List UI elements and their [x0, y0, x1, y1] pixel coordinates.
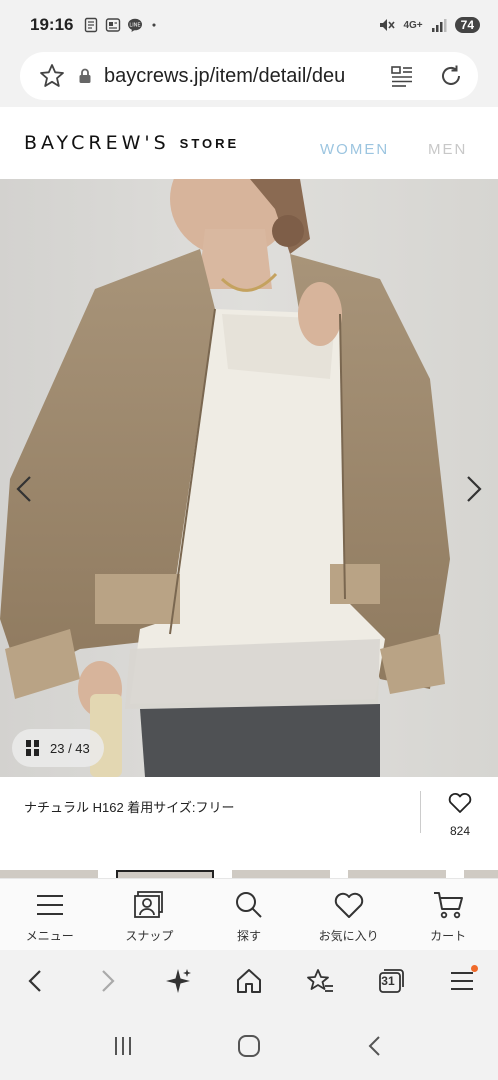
- heart-icon: [334, 892, 363, 918]
- site-nav-label: 探す: [236, 929, 261, 943]
- browser-menu-button[interactable]: [444, 963, 480, 999]
- bookmark-star-icon[interactable]: [38, 62, 66, 90]
- url-text[interactable]: baycrews.jp/item/detail/deu: [104, 65, 379, 88]
- thumbnail[interactable]: [232, 870, 330, 878]
- network-type: 4G+: [403, 19, 423, 31]
- gallery-prev-icon[interactable]: [10, 469, 40, 509]
- notification-dot: [471, 965, 479, 972]
- favorite-button[interactable]: 824: [444, 791, 476, 838]
- tabs-count: 31: [381, 974, 395, 988]
- hamburger-icon: [451, 972, 474, 990]
- line-app-icon: LINE: [128, 18, 143, 32]
- home-button[interactable]: [231, 963, 267, 999]
- site-nav-menu[interactable]: メニュー: [0, 879, 100, 950]
- site-nav-search[interactable]: 探す: [199, 879, 299, 950]
- site-logo-sub[interactable]: STORE: [180, 136, 240, 151]
- site-nav-snap[interactable]: スナップ: [100, 879, 200, 950]
- lock-icon: [79, 68, 91, 83]
- site-nav-cart[interactable]: カート: [398, 879, 498, 950]
- cart-icon: [434, 892, 464, 919]
- thumbnail-strip[interactable]: [0, 870, 498, 878]
- gallery-counter-text: 23 / 43: [50, 740, 90, 756]
- forward-button[interactable]: [89, 963, 125, 999]
- browser-address-area: baycrews.jp/item/detail/deu: [0, 50, 498, 107]
- mute-icon: [380, 19, 396, 31]
- bookmark-list-icon: [307, 969, 334, 992]
- battery-level: 74: [454, 17, 480, 33]
- back-button[interactable]: [18, 963, 54, 999]
- menu-icon: [36, 895, 63, 915]
- site-nav-label: お気に入り: [318, 929, 379, 943]
- product-image-gallery[interactable]: 23 / 43: [0, 179, 498, 777]
- signal-icon: [431, 19, 447, 32]
- gallery-counter[interactable]: 23 / 43: [12, 729, 104, 767]
- document-icon: [85, 17, 98, 33]
- back-arrow-icon: [28, 970, 41, 992]
- heart-icon[interactable]: [447, 791, 473, 815]
- image-caption: ナチュラル H162 着用サイズ:フリー: [24, 800, 235, 815]
- ai-assistant-button[interactable]: [160, 963, 196, 999]
- sparkle-icon: [165, 969, 191, 993]
- search-icon: [235, 892, 262, 918]
- recent-apps-icon[interactable]: [110, 1033, 136, 1059]
- site-logo[interactable]: BAYCREW'S: [24, 132, 170, 154]
- thumbnail-selected[interactable]: [116, 870, 214, 878]
- news-icon: [106, 18, 121, 32]
- site-nav-label: メニュー: [25, 929, 74, 943]
- nav-tab-men[interactable]: MEN: [428, 141, 467, 158]
- divider: [420, 791, 421, 833]
- back-system-icon[interactable]: [362, 1033, 388, 1059]
- browser-toolbar: 31: [0, 950, 498, 1012]
- tabs-button[interactable]: 31: [373, 963, 409, 999]
- product-photo: [0, 179, 498, 777]
- home-system-icon[interactable]: [235, 1032, 263, 1060]
- favorite-count: 824: [449, 824, 471, 838]
- site-nav-favorites[interactable]: お気に入り: [299, 879, 399, 950]
- snap-icon: [134, 891, 164, 918]
- home-icon: [236, 969, 261, 993]
- nav-tab-women[interactable]: WOMEN: [320, 141, 389, 158]
- site-nav-label: カート: [430, 929, 467, 943]
- forward-arrow-icon: [101, 970, 115, 992]
- grid-icon: [26, 740, 39, 756]
- svg-text:LINE: LINE: [130, 23, 141, 29]
- gallery-next-icon[interactable]: [458, 469, 488, 509]
- reader-mode-icon[interactable]: [390, 64, 414, 88]
- address-bar[interactable]: baycrews.jp/item/detail/deu: [20, 52, 478, 100]
- status-notification-icons: LINE: [83, 17, 159, 33]
- site-nav-label: スナップ: [125, 929, 174, 943]
- reload-icon[interactable]: [438, 63, 464, 89]
- thumbnail[interactable]: [464, 870, 498, 878]
- site-bottom-nav: メニュー スナップ 探す お気に入り カート: [0, 878, 498, 950]
- site-header: BAYCREW'S STORE WOMEN MEN: [0, 107, 498, 179]
- more-notifications-icon: [152, 23, 157, 27]
- bookmarks-button[interactable]: [302, 963, 338, 999]
- status-right: 4G+ 74: [377, 16, 480, 34]
- product-caption-row: ナチュラル H162 着用サイズ:フリー 824: [0, 777, 498, 873]
- thumbnail[interactable]: [348, 870, 446, 878]
- thumbnail[interactable]: [0, 870, 98, 878]
- status-time: 19:16: [30, 15, 74, 34]
- system-navigation-bar: [0, 1012, 498, 1080]
- status-bar: 19:16 LINE 4G+ 74: [0, 0, 498, 50]
